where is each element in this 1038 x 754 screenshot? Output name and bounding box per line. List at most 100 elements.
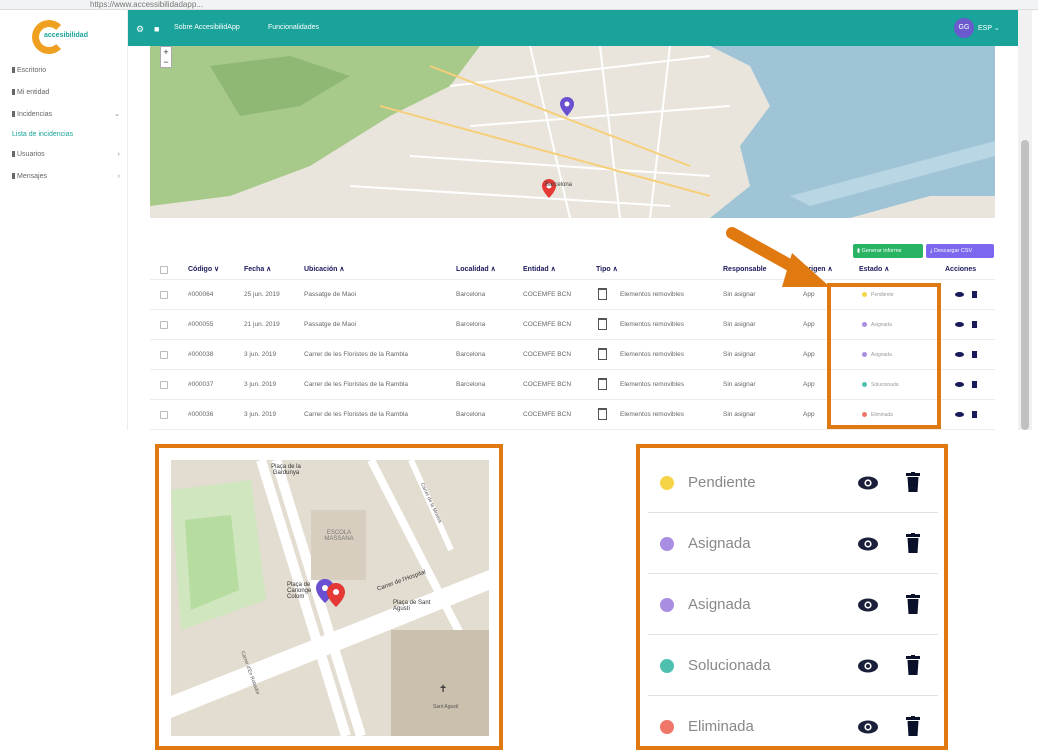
sidebar-item-usuarios[interactable]: Usuarios ›: [6, 144, 124, 166]
column-header-city[interactable]: Localidad ∧: [456, 260, 496, 280]
cell-code: #000064: [188, 291, 214, 298]
delete-trash-icon[interactable]: [972, 380, 977, 388]
download-csv-button[interactable]: ⤓ Descargar CSV: [926, 244, 994, 258]
column-header-label: Entidad: [523, 266, 549, 273]
map-canvas: [150, 46, 995, 218]
delete-trash-icon[interactable]: [906, 472, 920, 492]
type-trash-icon: [598, 318, 607, 330]
generate-report-button[interactable]: ▮ Generar informe: [853, 244, 923, 258]
app-logo[interactable]: accesibilidad: [30, 16, 100, 56]
cell-city: Barcelona: [456, 381, 486, 388]
cell-actions: [945, 400, 977, 430]
view-eye-icon[interactable]: [858, 659, 878, 673]
zoom-map-label: Plaça de la Gardunya: [271, 464, 301, 476]
cell-origin: App: [803, 351, 815, 358]
top-header: ⚙ ■ Sobre AccesibilidApp Funcionalidades…: [128, 10, 1018, 46]
cell-location: Passatge de Maoi: [304, 291, 357, 298]
cell-location: Carrer de les Floristes de la Rambla: [304, 381, 409, 388]
chevron-right-icon: ›: [117, 173, 120, 180]
sidebar-item-label: Lista de incidencias: [12, 131, 74, 138]
sidebar-item-label: Usuarios: [17, 151, 45, 158]
cell-code: #000036: [188, 411, 214, 418]
zoomed-map-panel: ✝ Plaça de la Gardunya ESCOLA MASSANA Pl…: [155, 444, 503, 750]
row-checkbox[interactable]: [160, 411, 168, 419]
avatar[interactable]: GG: [954, 18, 974, 38]
sidebar-item-mensajes[interactable]: Mensajes ›: [6, 166, 124, 188]
delete-trash-icon[interactable]: [972, 320, 977, 328]
sidebar-item-mi-entidad[interactable]: Mi entidad: [6, 82, 124, 104]
cell-location: Carrer de les Floristes de la Rambla: [304, 351, 409, 358]
view-eye-icon[interactable]: [955, 351, 964, 357]
view-eye-icon[interactable]: [955, 291, 964, 297]
delete-trash-icon[interactable]: [906, 655, 920, 675]
cell-city: Barcelona: [456, 411, 486, 418]
column-header-type[interactable]: Tipo ∧: [596, 260, 618, 280]
cell-city: Barcelona: [456, 291, 486, 298]
cell-responsible: Sin asignar: [723, 411, 756, 418]
delete-trash-icon[interactable]: [972, 410, 977, 418]
delete-trash-icon[interactable]: [906, 716, 920, 736]
column-header-location[interactable]: Ubicación ∧: [304, 260, 345, 280]
view-eye-icon[interactable]: [858, 537, 878, 551]
bullet-icon: [12, 151, 15, 158]
row-checkbox[interactable]: [160, 381, 168, 389]
cell-date: 21 jun. 2019: [244, 321, 280, 328]
language-selector[interactable]: ESP ⌄: [978, 24, 1000, 32]
cell-type: Elementos removibles: [620, 321, 684, 328]
column-header-state[interactable]: Estado ∧: [859, 260, 889, 280]
state-column-highlight: [827, 283, 941, 429]
logo-text: accesibilidad: [44, 32, 88, 39]
state-label: Solucionada: [688, 657, 771, 674]
zoomed-map[interactable]: ✝ Plaça de la Gardunya ESCOLA MASSANA Pl…: [171, 460, 489, 736]
address-bar[interactable]: https://www.accessibilidadapp...: [90, 0, 203, 9]
column-header-actions: Acciones: [945, 266, 977, 273]
sidebar-item-lista-incidencias[interactable]: Lista de incidencias: [6, 126, 124, 144]
zoom-map-label: Plaça de Canonge Colom: [287, 582, 312, 600]
row-checkbox[interactable]: [160, 321, 168, 329]
view-eye-icon[interactable]: [858, 720, 878, 734]
cell-date: 3 jun. 2019: [244, 411, 277, 418]
view-eye-icon[interactable]: [858, 476, 878, 490]
column-header-code[interactable]: Código ∨: [188, 260, 219, 280]
row-checkbox[interactable]: [160, 351, 168, 359]
column-header-date[interactable]: Fecha ∧: [244, 260, 271, 280]
cell-type: Elementos removibles: [620, 381, 684, 388]
cell-date: 3 jun. 2019: [244, 381, 277, 388]
view-eye-icon[interactable]: [955, 411, 964, 417]
delete-trash-icon[interactable]: [972, 350, 977, 358]
state-row: Asignada: [648, 513, 938, 574]
home-icon[interactable]: ■: [154, 24, 159, 34]
select-all-checkbox[interactable]: [160, 266, 168, 274]
view-eye-icon[interactable]: [858, 598, 878, 612]
zoomed-map-canvas: ✝: [171, 460, 489, 736]
table-header-row: Código ∨ Fecha ∧ Ubicación ∧ Localidad ∧…: [150, 260, 995, 280]
map-zoom-control[interactable]: + −: [160, 46, 172, 68]
cell-entity: COCEMFE BCN: [523, 291, 572, 298]
nav-link-about[interactable]: Sobre AccesibilidApp: [174, 24, 240, 31]
state-dot: [660, 659, 674, 673]
sidebar-item-escritorio[interactable]: Escritorio: [6, 60, 124, 82]
zoomed-states-panel: Pendiente Asignada Asignada Solucionada …: [636, 444, 948, 750]
cell-actions: [945, 370, 977, 400]
nav-link-features[interactable]: Funcionalidades: [268, 24, 319, 31]
state-dot: [660, 598, 674, 612]
cell-code: #000038: [188, 351, 214, 358]
cell-type: Elementos removibles: [620, 291, 684, 298]
view-eye-icon[interactable]: [955, 321, 964, 327]
row-checkbox[interactable]: [160, 291, 168, 299]
cell-type: Elementos removibles: [620, 351, 684, 358]
menu-toggle-icon[interactable]: ⚙: [136, 24, 144, 35]
sidebar-item-incidencias[interactable]: Incidencias ⌄: [6, 104, 124, 126]
column-header-label: Fecha: [244, 266, 265, 273]
view-eye-icon[interactable]: [955, 381, 964, 387]
delete-trash-icon[interactable]: [906, 594, 920, 614]
delete-trash-icon[interactable]: [906, 533, 920, 553]
column-header-entity[interactable]: Entidad ∧: [523, 260, 556, 280]
page-scrollbar[interactable]: [1018, 10, 1032, 430]
incidents-map[interactable]: + − Barcelona: [150, 46, 995, 218]
delete-trash-icon[interactable]: [972, 290, 977, 298]
scrollbar-thumb[interactable]: [1021, 140, 1029, 430]
svg-text:✝: ✝: [439, 684, 447, 695]
cell-date: 25 jun. 2019: [244, 291, 280, 298]
browser-toolbar: https://www.accessibilidadapp...: [0, 0, 1038, 10]
